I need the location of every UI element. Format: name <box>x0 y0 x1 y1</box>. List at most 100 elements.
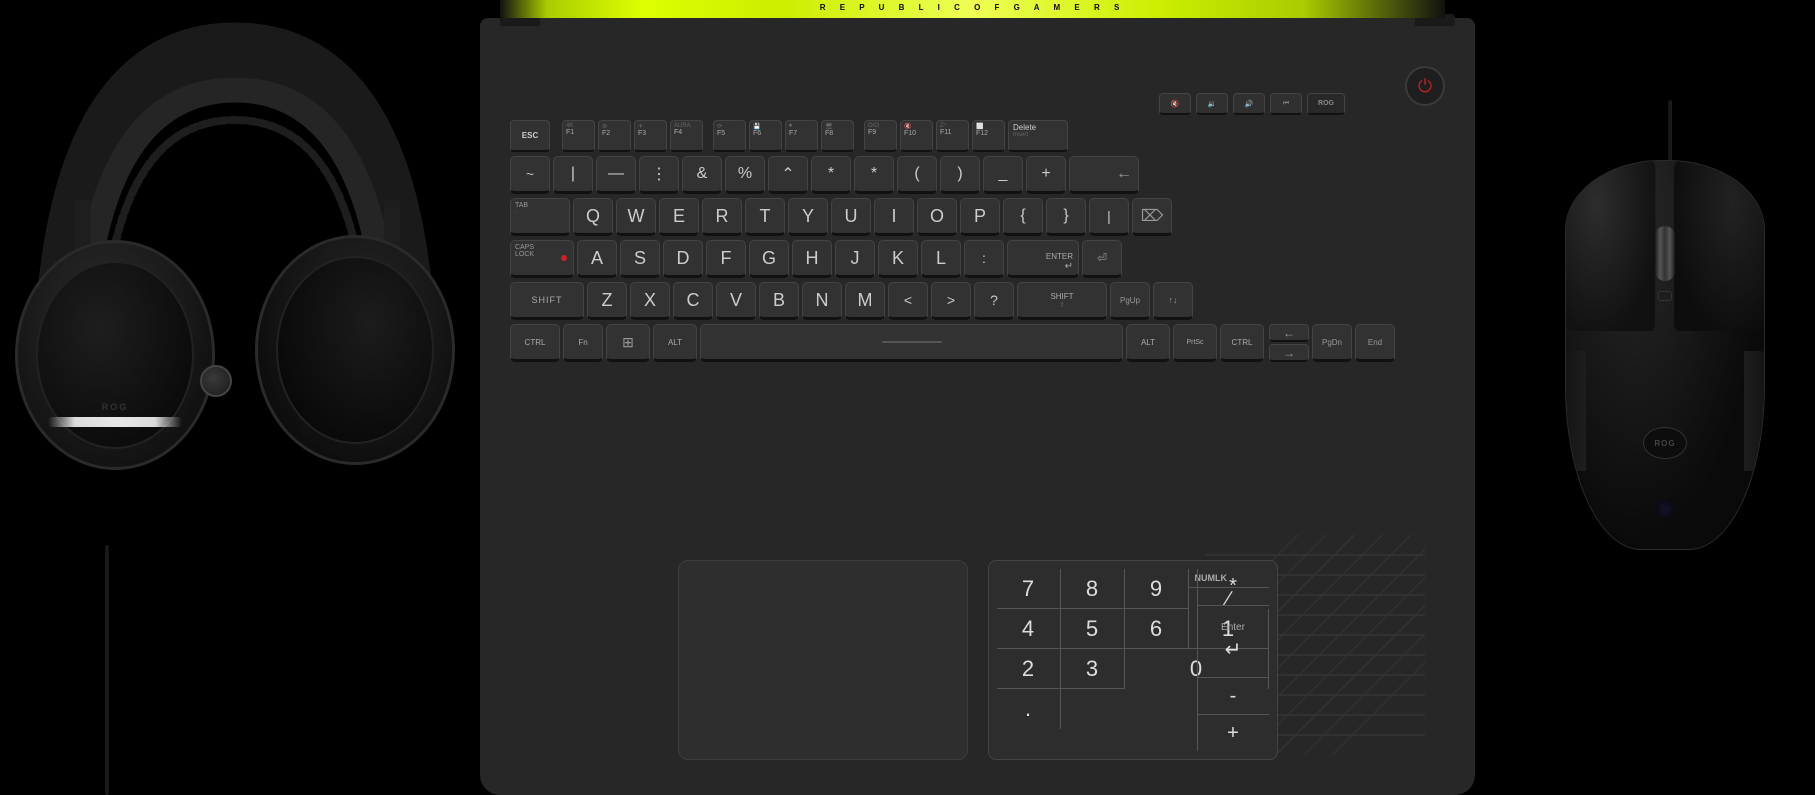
semicolon-key[interactable]: : <box>964 240 1004 278</box>
pgdn-key[interactable]: PgDn <box>1312 324 1352 362</box>
7-key[interactable]: * <box>811 156 851 194</box>
space-key[interactable] <box>700 324 1123 362</box>
f-key[interactable]: F <box>706 240 746 278</box>
5-key[interactable]: % <box>725 156 765 194</box>
3-key[interactable]: ⋮ <box>639 156 679 194</box>
u-key[interactable]: U <box>831 198 871 236</box>
arr-left-key[interactable]: ← <box>1269 324 1309 342</box>
rctrl-key[interactable]: CTRL <box>1220 324 1264 362</box>
minus-key[interactable]: _ <box>983 156 1023 194</box>
num-enter-tall[interactable]: Enter ↵ <box>1197 606 1269 679</box>
arr-up-key[interactable]: ⌦ <box>1132 198 1172 236</box>
ralt-key[interactable]: ALT <box>1126 324 1170 362</box>
rbracket-key[interactable]: } <box>1046 198 1086 236</box>
num8-key[interactable]: 8 <box>1061 569 1125 609</box>
num-minus-key[interactable]: - <box>1197 678 1269 715</box>
t-key[interactable]: T <box>745 198 785 236</box>
n-key[interactable]: N <box>802 282 842 320</box>
backspace-key[interactable]: ← <box>1069 156 1139 194</box>
rog-key[interactable]: ROG <box>1307 93 1345 115</box>
e-key[interactable]: E <box>659 198 699 236</box>
num5-key[interactable]: 5 <box>1061 609 1125 649</box>
i-key[interactable]: I <box>874 198 914 236</box>
touchpad[interactable] <box>678 560 968 760</box>
num3-key[interactable]: 3 <box>1061 649 1125 689</box>
w-key[interactable]: W <box>616 198 656 236</box>
8-key[interactable]: * <box>854 156 894 194</box>
delete-key[interactable]: Delete Insert <box>1008 120 1068 152</box>
backslash-key[interactable]: | <box>1089 198 1129 236</box>
f8-key[interactable]: 🖥 F8 <box>821 120 854 152</box>
prtsc-key[interactable]: PrtSc <box>1173 324 1217 362</box>
b-key[interactable]: B <box>759 282 799 320</box>
caps-key[interactable]: CAPSLOCK <box>510 240 574 278</box>
mouse-left-button[interactable] <box>1566 161 1656 331</box>
m-key[interactable]: M <box>845 282 885 320</box>
f6-key[interactable]: 💾 F6 <box>749 120 782 152</box>
num-plus-key[interactable]: + <box>1197 715 1269 751</box>
s-key[interactable]: S <box>620 240 660 278</box>
d-key[interactable]: D <box>663 240 703 278</box>
f7-key[interactable]: ⏺ F7 <box>785 120 818 152</box>
equals-key[interactable]: + <box>1026 156 1066 194</box>
num7-key[interactable]: 7 <box>997 569 1061 609</box>
o-key[interactable]: O <box>917 198 957 236</box>
num-enter-key[interactable]: ⏎ <box>1082 240 1122 278</box>
f2-key[interactable]: ⚙ F2 <box>598 120 631 152</box>
f9-key[interactable]: O/O F9 <box>864 120 897 152</box>
power-button[interactable]: ⏻ <box>1405 66 1445 106</box>
backtick-key[interactable]: ~ <box>510 156 550 194</box>
media-key[interactable]: ⏮ <box>1270 93 1302 115</box>
enter-key[interactable]: ENTER↵ <box>1007 240 1079 278</box>
num-mult-key[interactable]: * <box>1197 569 1269 606</box>
media-key[interactable]: 🔊 <box>1233 93 1265 115</box>
lbracket-key[interactable]: { <box>1003 198 1043 236</box>
volume-knob[interactable] <box>200 365 232 397</box>
p-key[interactable]: P <box>960 198 1000 236</box>
esc-key[interactable]: ESC <box>510 120 550 152</box>
f12-key[interactable]: ⬜ F12 <box>972 120 1005 152</box>
a-key[interactable]: A <box>577 240 617 278</box>
f11-key[interactable]: Z⁴ F11 <box>936 120 969 152</box>
l-key[interactable]: L <box>921 240 961 278</box>
num4-key[interactable]: 4 <box>997 609 1061 649</box>
mouse-body[interactable]: ROG <box>1565 160 1765 550</box>
ctrl-key[interactable]: CTRL <box>510 324 560 362</box>
pgup2-key[interactable]: ↑↓ <box>1153 282 1193 320</box>
dpi-button[interactable] <box>1658 291 1672 301</box>
comma-key[interactable]: < <box>888 282 928 320</box>
v-key[interactable]: V <box>716 282 756 320</box>
6-key[interactable]: ⌃ <box>768 156 808 194</box>
9-key[interactable]: ( <box>897 156 937 194</box>
numdot-key[interactable]: . <box>997 689 1061 729</box>
f5-key[interactable]: ⟳ F5 <box>713 120 746 152</box>
x-key[interactable]: X <box>630 282 670 320</box>
period-key[interactable]: > <box>931 282 971 320</box>
y-key[interactable]: Y <box>788 198 828 236</box>
k-key[interactable]: K <box>878 240 918 278</box>
rshift-key[interactable]: SHIFT⇧ <box>1017 282 1107 320</box>
scroll-wheel[interactable] <box>1655 226 1675 281</box>
4-key[interactable]: & <box>682 156 722 194</box>
z-key[interactable]: Z <box>587 282 627 320</box>
lalt-key[interactable]: ALT <box>653 324 697 362</box>
c-key[interactable]: C <box>673 282 713 320</box>
1-key[interactable]: | <box>553 156 593 194</box>
slash-key[interactable]: ? <box>974 282 1014 320</box>
media-key[interactable]: 🔉 <box>1196 93 1228 115</box>
win-key[interactable]: ⊞ <box>606 324 650 362</box>
f3-key[interactable]: ✈ F3 <box>634 120 667 152</box>
q-key[interactable]: Q <box>573 198 613 236</box>
h-key[interactable]: H <box>792 240 832 278</box>
num9-key[interactable]: 9 <box>1125 569 1189 609</box>
media-key[interactable]: 🔇 <box>1159 93 1191 115</box>
2-key[interactable]: — <box>596 156 636 194</box>
num6-key[interactable]: 6 <box>1125 609 1189 649</box>
g-key[interactable]: G <box>749 240 789 278</box>
num2-key[interactable]: 2 <box>997 649 1061 689</box>
j-key[interactable]: J <box>835 240 875 278</box>
lshift-key[interactable]: SHIFT <box>510 282 584 320</box>
mouse-right-button[interactable] <box>1674 161 1764 331</box>
tab-key[interactable]: TAB← <box>510 198 570 236</box>
fn-key[interactable]: Fn <box>563 324 603 362</box>
